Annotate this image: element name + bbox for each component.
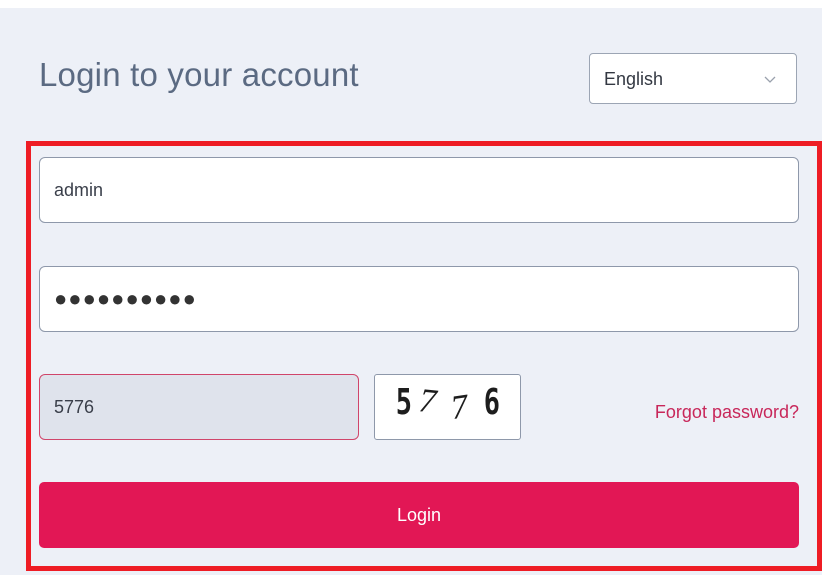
language-select-value: English <box>604 69 664 89</box>
chevron-down-icon <box>764 76 776 83</box>
page-title: Login to your account <box>39 56 359 93</box>
captcha-image: 5 7 7 6 <box>374 374 521 440</box>
captcha-char: 7 <box>417 382 438 421</box>
login-button[interactable]: Login <box>39 482 799 548</box>
captcha-input[interactable]: 5776 <box>39 374 359 440</box>
captcha-char: 5 <box>395 382 412 423</box>
forgot-password-link[interactable]: Forgot password? <box>655 402 799 423</box>
captcha-char: 7 <box>448 388 471 428</box>
username-input[interactable]: admin <box>39 157 799 223</box>
password-input[interactable]: ●●●●●●●●●● <box>39 266 799 332</box>
language-select[interactable]: English <box>589 53 797 104</box>
captcha-char: 6 <box>483 382 500 423</box>
